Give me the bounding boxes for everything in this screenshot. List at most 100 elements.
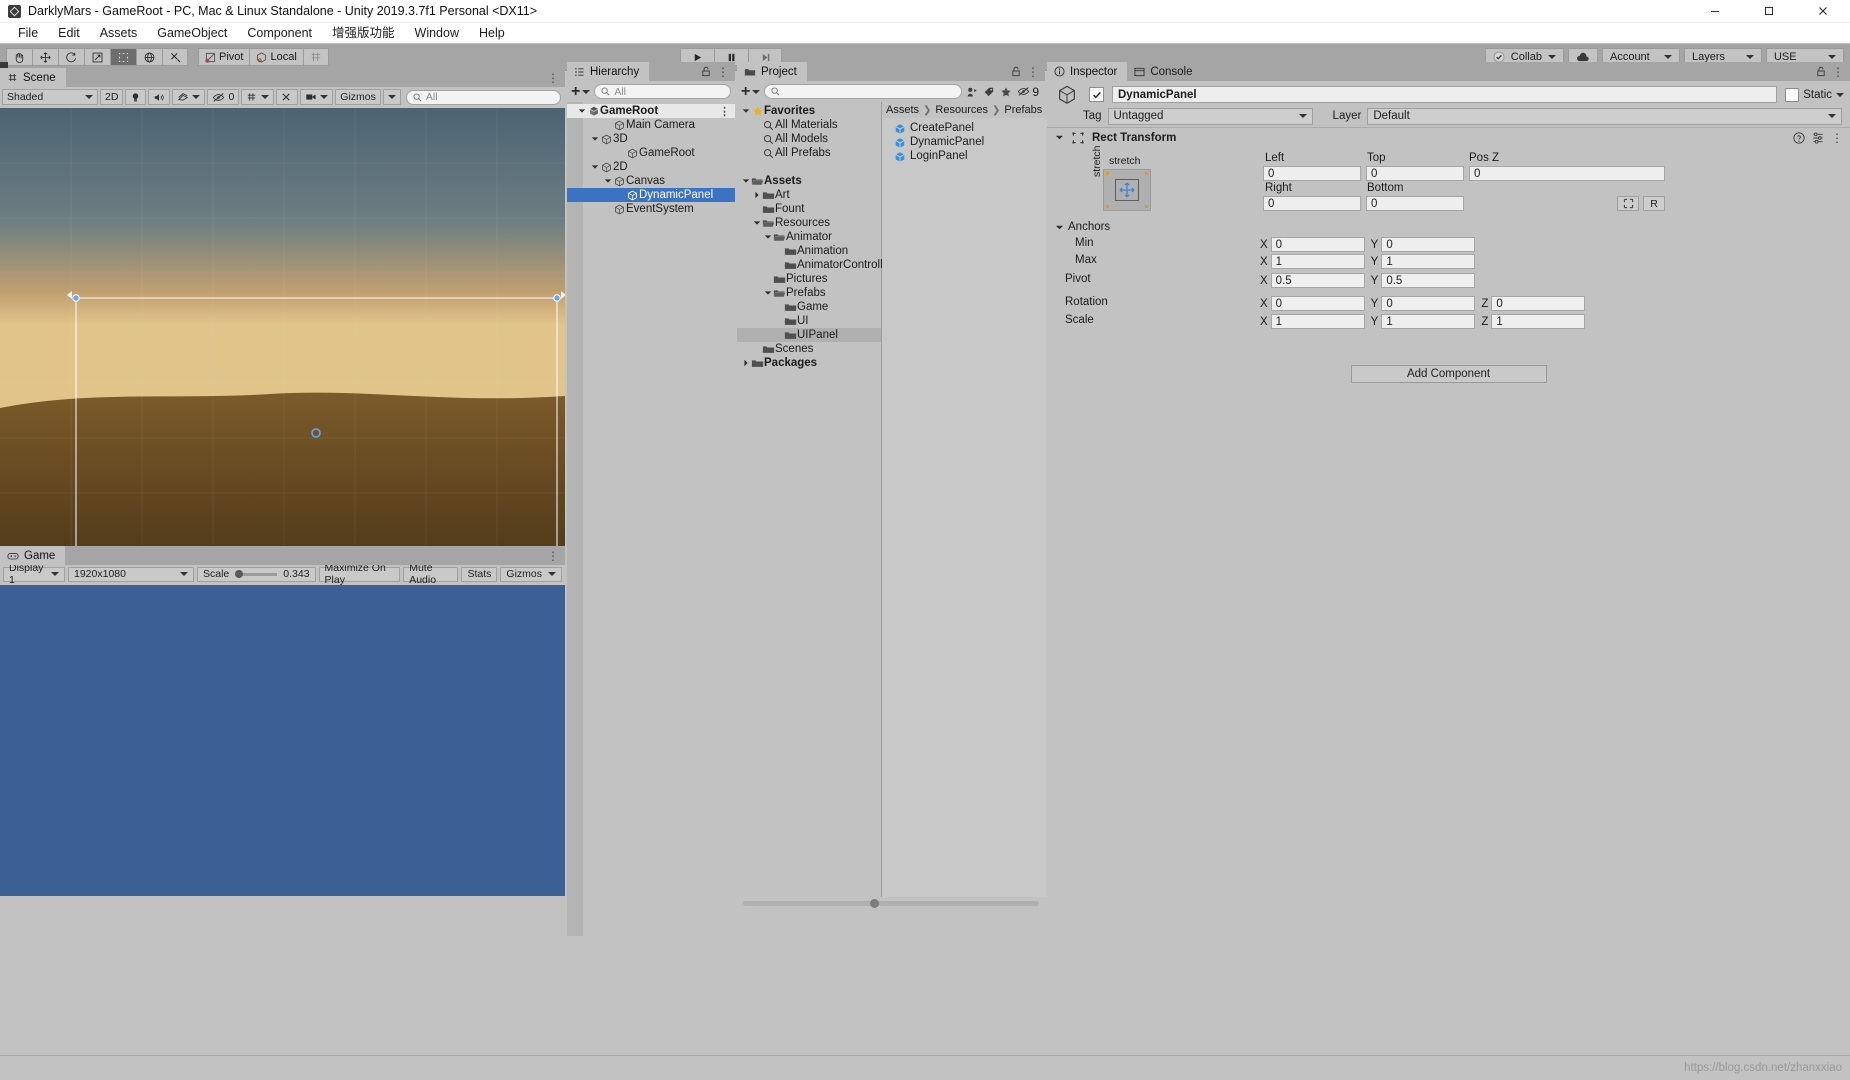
anchor-max-x-input[interactable]: 1 — [1270, 254, 1365, 269]
anchor-preset-button[interactable] — [1103, 169, 1151, 211]
scene-gizmos-caret[interactable] — [382, 89, 401, 105]
tab-inspector[interactable]: Inspector — [1047, 62, 1128, 81]
scene-camera-dropdown[interactable] — [300, 89, 334, 105]
project-tree-item-pictures[interactable]: Pictures — [737, 272, 881, 286]
menu-file[interactable]: File — [8, 23, 48, 43]
breadcrumb-resources[interactable]: Resources — [935, 104, 988, 116]
rotation-z-input[interactable]: 0 — [1491, 296, 1586, 311]
hierarchy-item-2d[interactable]: 2D — [567, 160, 735, 174]
project-tree-item-art[interactable]: Art — [737, 188, 881, 202]
hierarchy-row-kebab-icon[interactable]: ⋮ — [719, 105, 735, 118]
scale-slider[interactable]: Scale 0.343 — [197, 566, 316, 582]
breadcrumb-assets[interactable]: Assets — [886, 104, 919, 116]
local-toggle[interactable]: Local — [249, 48, 303, 66]
favorites-star-icon[interactable] — [1000, 86, 1012, 98]
resolution-dropdown[interactable]: 1920x1080 — [68, 566, 194, 582]
transform-tool-button[interactable] — [136, 48, 162, 66]
chevron-down-icon[interactable] — [603, 177, 613, 185]
tag-dropdown[interactable]: Untagged — [1107, 107, 1313, 125]
bottom-input[interactable]: 0 — [1366, 196, 1464, 211]
minimize-button[interactable] — [1688, 0, 1742, 22]
project-tree-item-animatorcontroll[interactable]: AnimatorControll — [737, 258, 883, 272]
static-checkbox[interactable] — [1785, 87, 1800, 102]
asset-item-loginpanel[interactable]: LoginPanel — [882, 149, 1059, 163]
anchor-min-y-input[interactable]: 0 — [1381, 237, 1476, 252]
project-tree-item-prefabs[interactable]: Prefabs — [737, 286, 881, 300]
project-search-input[interactable] — [764, 84, 963, 99]
hierarchy-item-gameroot[interactable]: GameRoot ⋮ — [567, 104, 735, 118]
mute-audio-toggle[interactable]: Mute Audio — [403, 562, 459, 586]
display-dropdown[interactable]: Display 1 — [3, 562, 65, 586]
hierarchy-item-3d[interactable]: 3D — [567, 132, 735, 146]
chevron-down-icon[interactable] — [741, 107, 751, 115]
scale-x-input[interactable]: 1 — [1270, 314, 1365, 329]
layer-dropdown[interactable]: Default — [1367, 107, 1842, 125]
project-horizontal-scrollbar[interactable] — [737, 897, 1045, 910]
stats-toggle[interactable]: Stats — [461, 566, 498, 582]
right-input[interactable]: 0 — [1263, 196, 1361, 211]
scale-tool-button[interactable] — [84, 48, 110, 66]
tab-project[interactable]: Project — [737, 62, 807, 81]
chevron-down-icon[interactable] — [590, 135, 600, 143]
project-tree-item-resources[interactable]: Resources — [737, 216, 881, 230]
component-menu-kebab-icon[interactable]: ⋮ — [1831, 132, 1843, 144]
blueprint-mode-button[interactable] — [1617, 196, 1639, 211]
project-menu-kebab-icon[interactable]: ⋮ — [1027, 66, 1039, 78]
hierarchy-add-button[interactable]: + — [571, 83, 591, 99]
project-tree-item-animator[interactable]: Animator — [737, 230, 881, 244]
gameobject-name-input[interactable]: DynamicPanel — [1112, 86, 1778, 103]
move-tool-button[interactable] — [32, 48, 58, 66]
rotate-tool-button[interactable] — [58, 48, 84, 66]
anchors-foldout-icon[interactable] — [1055, 223, 1064, 232]
filter-by-label-icon[interactable] — [983, 86, 995, 98]
maximize-on-play-toggle[interactable]: Maximize On Play — [318, 562, 401, 586]
hierarchy-item-gameroot[interactable]: GameRoot — [567, 146, 735, 160]
chevron-down-icon[interactable] — [577, 107, 587, 115]
project-tree-item-all models[interactable]: All Models — [737, 132, 881, 146]
anchor-max-y-input[interactable]: 1 — [1381, 254, 1476, 269]
project-tree-item-empty[interactable] — [737, 160, 881, 174]
chevron-down-icon[interactable] — [590, 163, 600, 171]
menu-edit[interactable]: Edit — [48, 23, 90, 43]
hierarchy-item-eventsystem[interactable]: EventSystem — [567, 202, 735, 216]
hierarchy-search-input[interactable]: All — [594, 84, 731, 99]
tab-scene[interactable]: Scene — [0, 68, 66, 87]
asset-item-createpanel[interactable]: CreatePanel — [882, 121, 1059, 135]
hierarchy-item-dynamicpanel[interactable]: DynamicPanel — [567, 188, 735, 202]
rotation-x-input[interactable]: 0 — [1270, 296, 1365, 311]
left-input[interactable]: 0 — [1263, 166, 1361, 181]
scrollbar-thumb[interactable] — [870, 899, 880, 908]
top-input[interactable]: 0 — [1366, 166, 1464, 181]
menu-help[interactable]: Help — [469, 23, 515, 43]
scene-lighting-toggle[interactable] — [125, 89, 147, 105]
hierarchy-item-canvas[interactable]: Canvas — [567, 174, 735, 188]
chevron-down-icon[interactable] — [763, 289, 773, 297]
pivot-toggle[interactable]: Pivot — [198, 48, 250, 66]
scene-grid-dropdown[interactable] — [241, 89, 275, 105]
filter-by-type-icon[interactable] — [966, 86, 978, 98]
tab-console[interactable]: Console — [1127, 62, 1203, 81]
menu-component[interactable]: Component — [237, 23, 322, 43]
game-menu-kebab-icon[interactable]: ⋮ — [547, 550, 559, 562]
chevron-down-icon[interactable] — [1055, 133, 1064, 142]
chevron-down-icon[interactable] — [752, 219, 762, 227]
project-tree-item-all materials[interactable]: All Materials — [737, 118, 881, 132]
chevron-down-icon[interactable] — [763, 233, 773, 241]
menu-window[interactable]: Window — [405, 23, 469, 43]
project-tree-item-all prefabs[interactable]: All Prefabs — [737, 146, 881, 160]
scene-fx-dropdown[interactable] — [172, 89, 206, 105]
gameobject-enabled-checkbox[interactable] — [1089, 87, 1104, 102]
menu-enhanced[interactable]: 增强版功能 — [322, 23, 405, 43]
lock-icon[interactable] — [1011, 66, 1021, 77]
chevron-down-icon[interactable] — [741, 177, 751, 185]
tab-game[interactable]: Game — [0, 546, 66, 565]
project-tree-item-animation[interactable]: Animation — [737, 244, 881, 258]
raw-edit-button[interactable]: R — [1643, 196, 1665, 211]
project-tree-item-uipanel[interactable]: UIPanel — [737, 328, 881, 342]
project-tree-item-game[interactable]: Game — [737, 300, 881, 314]
project-tree-item-packages[interactable]: Packages — [737, 356, 881, 370]
grid-snap-button[interactable] — [302, 48, 329, 66]
hierarchy-menu-kebab-icon[interactable]: ⋮ — [717, 66, 729, 78]
menu-gameobject[interactable]: GameObject — [147, 23, 237, 43]
shading-mode-dropdown[interactable]: Shaded — [2, 89, 98, 105]
